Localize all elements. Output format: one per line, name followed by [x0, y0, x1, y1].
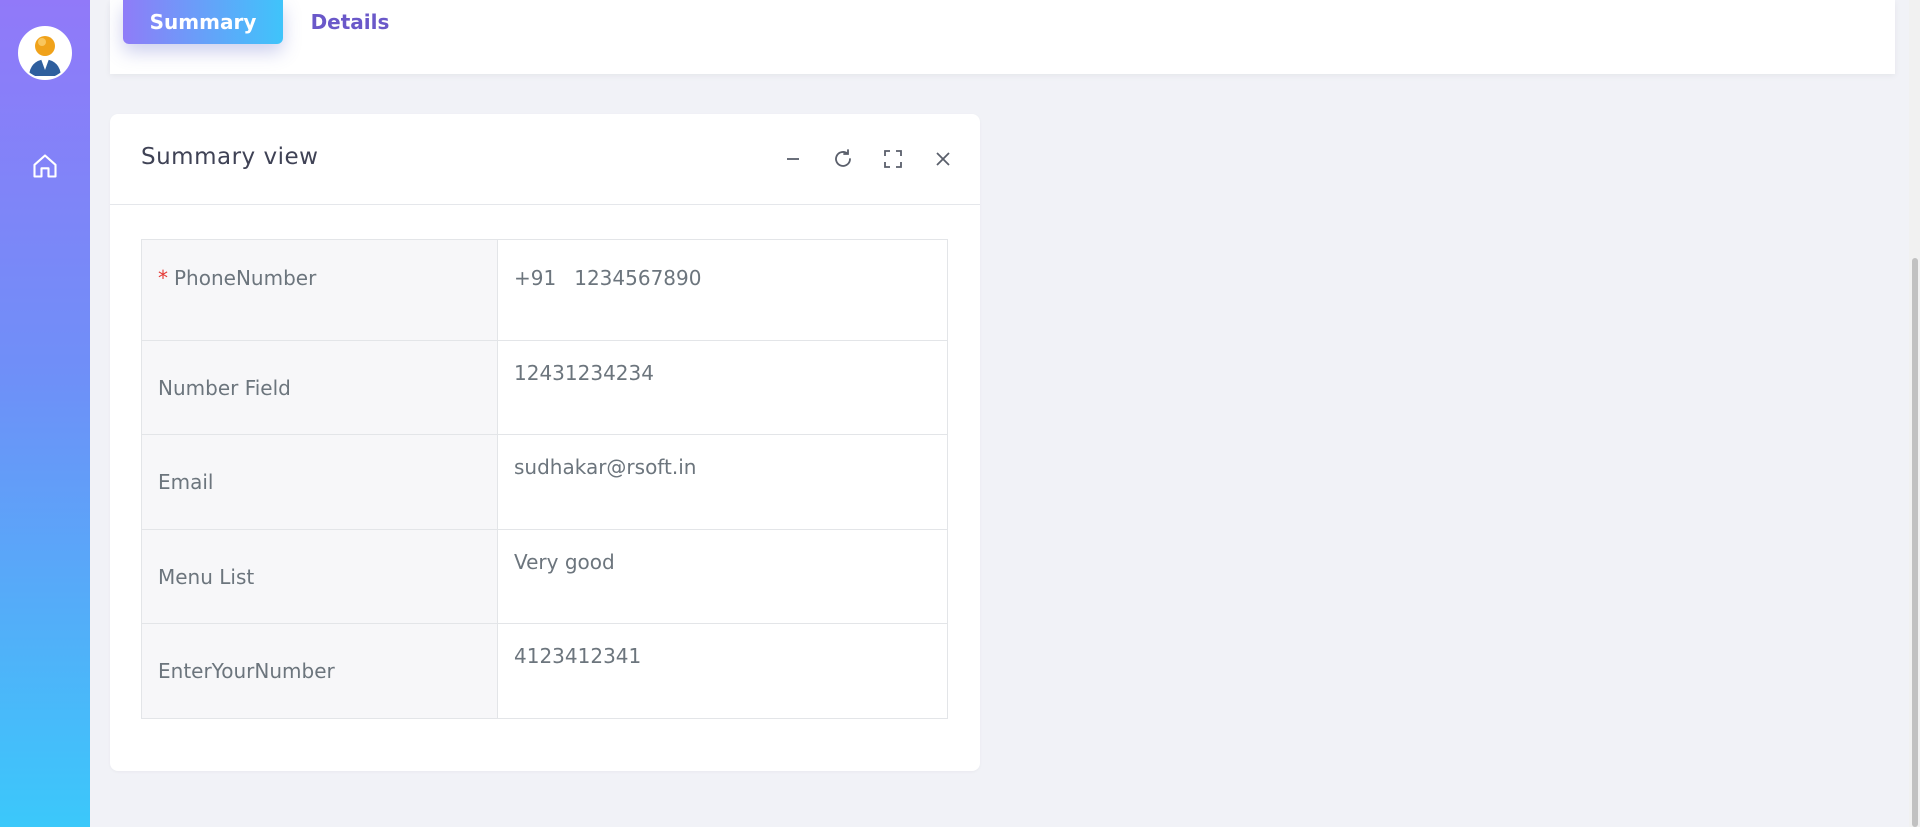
phone-label-cell: * PhoneNumber: [141, 239, 498, 341]
table-row: Email sudhakar@rsoft.in: [141, 434, 948, 530]
card-header: Summary view: [110, 114, 980, 205]
number-field-label: Number Field: [141, 340, 498, 435]
table-row: Menu List Very good: [141, 529, 948, 624]
phone-value: 1234567890: [574, 266, 702, 290]
fullscreen-icon[interactable]: [881, 147, 905, 171]
tab-summary[interactable]: Summary: [123, 0, 283, 44]
page-scrollbar[interactable]: [1909, 0, 1920, 827]
enter-your-number-label: EnterYourNumber: [141, 623, 498, 719]
sidebar: [0, 0, 90, 827]
summary-table: * PhoneNumber +91 1234567890 Number Field …: [141, 239, 948, 719]
enter-your-number-value: 4123412341: [497, 623, 948, 719]
number-field-value: 12431234234: [497, 340, 948, 435]
minimize-icon[interactable]: [781, 147, 805, 171]
card-actions: [781, 147, 955, 171]
phone-value-cell: +91 1234567890: [497, 239, 948, 341]
phone-label: PhoneNumber: [174, 266, 317, 290]
summary-card: Summary view * PhoneNumber +91 123456789…: [110, 114, 980, 771]
scrollbar-thumb[interactable]: [1912, 258, 1918, 827]
table-row: * PhoneNumber +91 1234567890: [141, 239, 948, 341]
email-value: sudhakar@rsoft.in: [497, 434, 948, 530]
user-avatar-icon[interactable]: [18, 26, 72, 80]
menu-list-label: Menu List: [141, 529, 498, 624]
table-row: EnterYourNumber 4123412341: [141, 623, 948, 719]
required-mark: *: [158, 266, 168, 290]
close-icon[interactable]: [931, 147, 955, 171]
card-title: Summary view: [141, 144, 319, 170]
email-label: Email: [141, 434, 498, 530]
table-row: Number Field 12431234234: [141, 340, 948, 435]
tab-bar: Summary Details: [110, 0, 1895, 74]
home-icon[interactable]: [31, 152, 59, 180]
phone-country-code: +91: [514, 266, 557, 290]
tab-details[interactable]: Details: [305, 0, 395, 44]
refresh-icon[interactable]: [831, 147, 855, 171]
menu-list-value: Very good: [497, 529, 948, 624]
